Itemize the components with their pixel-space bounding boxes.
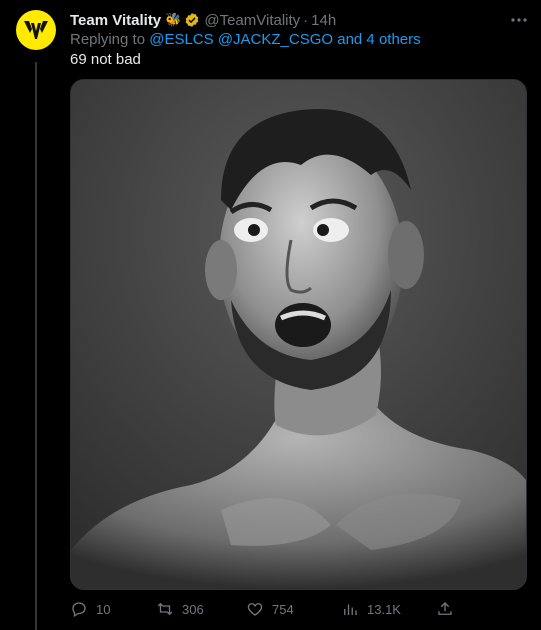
mention-eslcs[interactable]: @ESLCS — [149, 31, 213, 48]
author-handle[interactable]: @TeamVitality — [204, 12, 300, 29]
reply-icon — [72, 602, 86, 617]
separator-dot: · — [303, 11, 309, 29]
reply-count: 10 — [96, 601, 111, 617]
reply-action[interactable]: 10 — [70, 600, 156, 618]
share-icon — [438, 602, 452, 615]
replying-to: Replying to @ESLCS @JACKZ_CSGO and 4 oth… — [70, 31, 421, 48]
heart-icon — [247, 603, 263, 616]
like-action[interactable]: 754 — [246, 600, 341, 618]
tweet-text: 69 not bad — [70, 51, 141, 68]
views-action[interactable]: 13.1K — [341, 600, 436, 618]
mention-others[interactable]: and 4 others — [337, 31, 420, 48]
tweet-media-photo[interactable] — [70, 79, 527, 590]
avatar[interactable] — [16, 10, 56, 50]
views-count: 13.1K — [367, 601, 401, 617]
mention-jackz[interactable]: @JACKZ_CSGO — [218, 31, 333, 48]
share-action[interactable] — [436, 600, 454, 618]
tweet-time[interactable]: 14h — [311, 12, 336, 29]
photo-image — [71, 80, 526, 589]
tweet-actions: 10 306 754 13.1K — [70, 598, 470, 620]
tweet-header: Team Vitality 🐝 @TeamVitality · 14h — [70, 10, 529, 30]
replying-prefix: Replying to — [70, 31, 150, 48]
vitality-logo-icon — [24, 21, 48, 39]
like-count: 754 — [272, 601, 294, 617]
retweet-action[interactable]: 306 — [156, 600, 246, 618]
retweet-icon — [157, 602, 173, 616]
views-icon — [344, 604, 357, 615]
retweet-count: 306 — [182, 601, 204, 617]
author-name[interactable]: Team Vitality — [70, 12, 161, 29]
thread-line — [35, 62, 37, 630]
more-dots-icon[interactable] — [509, 10, 529, 30]
bee-emoji: 🐝 — [165, 12, 182, 27]
verified-badge-icon — [186, 13, 199, 27]
